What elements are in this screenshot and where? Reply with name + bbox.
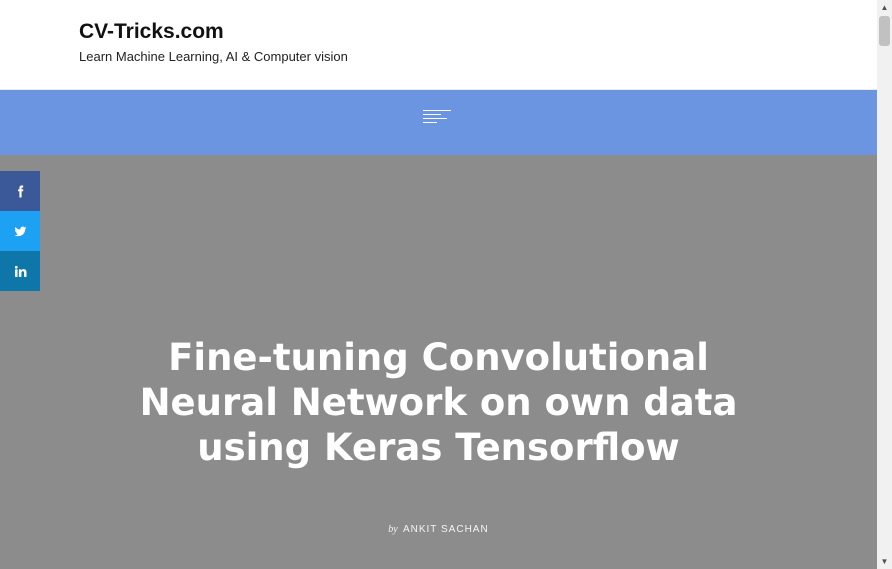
hero-banner: Fine-tuning Convolutional Neural Network… [0, 155, 877, 569]
site-title-link[interactable]: CV-Tricks.com [79, 20, 224, 44]
page: CV-Tricks.com Learn Machine Learning, AI… [0, 0, 877, 569]
linkedin-share-button[interactable] [0, 251, 40, 291]
byline-prefix: by [388, 524, 398, 535]
post-title: Fine-tuning Convolutional Neural Network… [139, 336, 738, 469]
facebook-share-button[interactable] [0, 171, 40, 211]
scroll-down-arrow[interactable]: ▼ [877, 554, 892, 569]
vertical-scrollbar[interactable]: ▲ ▼ [877, 0, 892, 569]
linkedin-icon [14, 265, 27, 277]
scroll-up-arrow[interactable]: ▲ [877, 0, 892, 15]
scrollbar-thumb[interactable] [879, 16, 890, 46]
author-link[interactable]: ANKIT SACHAN [403, 524, 489, 535]
site-header: CV-Tricks.com Learn Machine Learning, AI… [0, 0, 877, 90]
hamburger-menu-icon[interactable] [423, 110, 455, 134]
twitter-icon [14, 226, 26, 236]
main-navigation [0, 90, 877, 155]
post-byline: by ANKIT SACHAN [0, 524, 877, 535]
twitter-share-button[interactable] [0, 211, 40, 251]
site-description: Learn Machine Learning, AI & Computer vi… [79, 49, 348, 64]
facebook-icon [17, 185, 23, 197]
social-share-bar [0, 171, 40, 291]
